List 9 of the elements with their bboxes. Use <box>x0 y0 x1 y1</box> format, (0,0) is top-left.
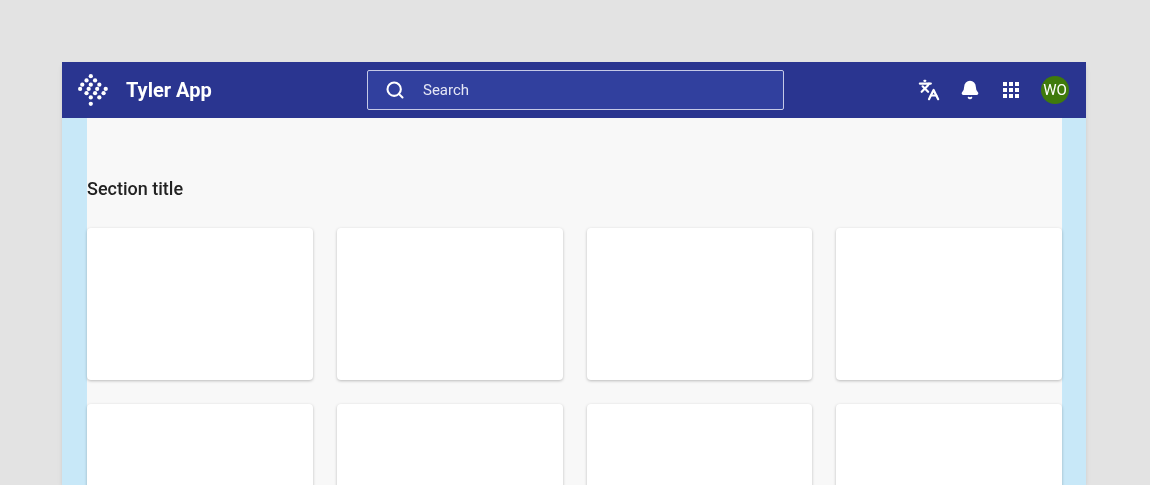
search-field[interactable]: Search <box>367 70 784 110</box>
logo-icon <box>78 74 110 106</box>
apps-button[interactable] <box>1000 79 1022 101</box>
section-title: Section title <box>87 178 185 200</box>
translate-button[interactable] <box>918 79 940 101</box>
app-title: Tyler App <box>126 77 212 104</box>
avatar[interactable]: WO <box>1041 76 1069 104</box>
search-icon <box>385 80 405 100</box>
notifications-button[interactable] <box>959 79 981 101</box>
